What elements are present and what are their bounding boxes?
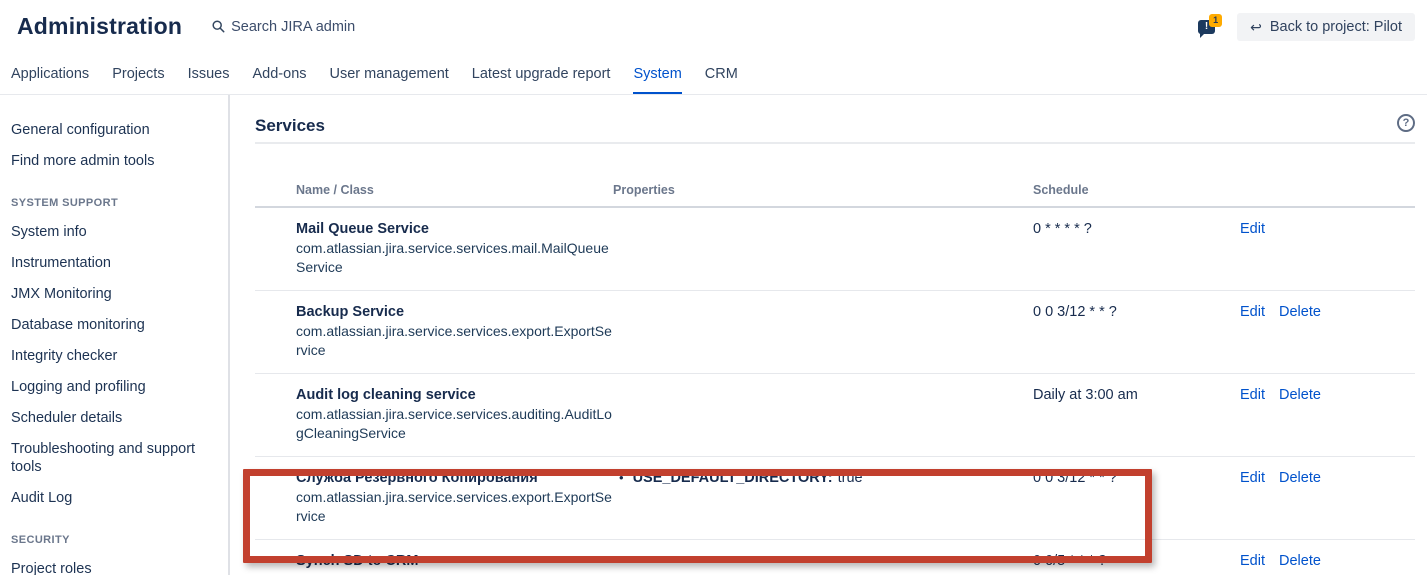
- column-header-actions: [1240, 144, 1415, 206]
- service-name: Audit log cleaning service: [296, 386, 613, 404]
- service-name: Служба Резервного Копирования: [296, 469, 613, 487]
- back-to-project-label: Back to project: Pilot: [1270, 19, 1402, 35]
- services-title: Services: [255, 116, 325, 136]
- service-class: com.atlassian.jira.service.services.mail…: [296, 239, 613, 277]
- service-properties-cell: [613, 291, 1033, 373]
- sidebar: General configuration Find more admin too…: [0, 95, 230, 575]
- service-actions-cell: Edit Delete: [1240, 457, 1415, 539]
- nav-tab-add-ons[interactable]: Add-ons: [253, 53, 307, 94]
- service-name: Synch SD to CRM: [296, 552, 613, 570]
- service-schedule: 0 0 3/12 * * ?: [1033, 457, 1240, 539]
- help-icon[interactable]: ?: [1397, 114, 1415, 132]
- edit-link[interactable]: Edit: [1240, 470, 1265, 486]
- sidebar-section-heading: SECURITY: [11, 534, 218, 546]
- property-key: USE_DEFAULT_DIRECTORY:: [633, 469, 833, 487]
- service-name-cell: Audit log cleaning service com.atlassian…: [255, 374, 613, 456]
- edit-link[interactable]: Edit: [1240, 387, 1265, 403]
- header-right: ! 1 ↩ Back to project: Pilot: [1198, 13, 1415, 41]
- top-header: Administration ! 1 ↩ Back to project: Pi…: [0, 0, 1427, 53]
- edit-link[interactable]: Edit: [1240, 221, 1265, 237]
- sidebar-item-instrumentation[interactable]: Instrumentation: [11, 254, 218, 272]
- nav-tab-latest-upgrade-report[interactable]: Latest upgrade report: [472, 53, 611, 94]
- bullet-icon: •: [619, 469, 624, 487]
- column-header-schedule: Schedule: [1033, 144, 1240, 206]
- service-actions-cell: Edit: [1240, 208, 1415, 290]
- column-header-properties: Properties: [613, 144, 1033, 206]
- search-icon: [212, 20, 225, 33]
- delete-link[interactable]: Delete: [1279, 553, 1321, 569]
- main-layout: General configuration Find more admin too…: [0, 95, 1427, 575]
- sidebar-item-integrity-checker[interactable]: Integrity checker: [11, 347, 218, 365]
- nav-tab-system[interactable]: System: [633, 53, 681, 94]
- notification-count-badge: 1: [1209, 14, 1222, 27]
- delete-link[interactable]: Delete: [1279, 387, 1321, 403]
- edit-link[interactable]: Edit: [1240, 304, 1265, 320]
- sidebar-item-general-configuration[interactable]: General configuration: [11, 121, 218, 139]
- sidebar-item-find-more-admin-tools[interactable]: Find more admin tools: [11, 152, 218, 170]
- search-input[interactable]: [231, 19, 431, 35]
- nav-tab-projects[interactable]: Projects: [112, 53, 164, 94]
- service-row: Audit log cleaning service com.atlassian…: [255, 374, 1415, 457]
- property-value: true: [838, 469, 863, 487]
- service-schedule: Daily at 3:00 am: [1033, 374, 1240, 456]
- service-class: com.atlassian.jira.service.services.expo…: [296, 322, 613, 360]
- service-actions-cell: Edit Delete: [1240, 291, 1415, 373]
- service-row: Synch SD to CRM ru.teamlead.jira.plugins…: [255, 540, 1415, 575]
- content-area: Services ? Name / Class Properties Sched…: [230, 95, 1427, 575]
- nav-tab-issues[interactable]: Issues: [188, 53, 230, 94]
- edit-link[interactable]: Edit: [1240, 553, 1265, 569]
- sidebar-section-heading: SYSTEM SUPPORT: [11, 197, 218, 209]
- back-to-project-button[interactable]: ↩ Back to project: Pilot: [1237, 13, 1415, 41]
- column-header-name-class: Name / Class: [255, 144, 613, 206]
- sidebar-item-troubleshooting-and-support-tools[interactable]: Troubleshooting and support tools: [11, 440, 218, 476]
- sidebar-item-system-info[interactable]: System info: [11, 223, 218, 241]
- service-properties-cell: [613, 208, 1033, 290]
- sidebar-item-logging-and-profiling[interactable]: Logging and profiling: [11, 378, 218, 396]
- sidebar-item-database-monitoring[interactable]: Database monitoring: [11, 316, 218, 334]
- services-table-body: Mail Queue Service com.atlassian.jira.se…: [255, 208, 1415, 575]
- nav-tab-user-management[interactable]: User management: [330, 53, 449, 94]
- notification-bubble-tail: [1200, 33, 1205, 38]
- service-row: Служба Резервного Копирования com.atlass…: [255, 457, 1415, 540]
- service-schedule: 0 0/5 * * * ?: [1033, 540, 1240, 575]
- delete-link[interactable]: Delete: [1279, 304, 1321, 320]
- sidebar-item-project-roles[interactable]: Project roles: [11, 560, 218, 575]
- service-schedule: 0 0 3/12 * * ?: [1033, 291, 1240, 373]
- service-name-cell: Backup Service com.atlassian.jira.servic…: [255, 291, 613, 373]
- admin-nav-tabs: Applications Projects Issues Add-ons User ma…: [0, 53, 1427, 95]
- property-item: • USE_DEFAULT_DIRECTORY: true: [613, 469, 1033, 487]
- sidebar-item-scheduler-details[interactable]: Scheduler details: [11, 409, 218, 427]
- nav-tab-applications[interactable]: Applications: [11, 53, 89, 94]
- service-properties-cell: • USE_DEFAULT_DIRECTORY: true: [613, 457, 1033, 539]
- nav-tab-crm[interactable]: CRM: [705, 53, 738, 94]
- service-row: Mail Queue Service com.atlassian.jira.se…: [255, 208, 1415, 291]
- service-name: Mail Queue Service: [296, 220, 613, 238]
- sidebar-item-jmx-monitoring[interactable]: JMX Monitoring: [11, 285, 218, 303]
- service-name-cell: Mail Queue Service com.atlassian.jira.se…: [255, 208, 613, 290]
- service-class: com.atlassian.jira.service.services.expo…: [296, 488, 613, 526]
- admin-search: [212, 19, 431, 35]
- service-name-cell: Synch SD to CRM ru.teamlead.jira.plugins…: [255, 540, 613, 575]
- sidebar-item-audit-log[interactable]: Audit Log: [11, 489, 218, 507]
- service-properties-cell: [613, 540, 1033, 575]
- service-schedule: 0 * * * * ?: [1033, 208, 1240, 290]
- service-actions-cell: Edit Delete: [1240, 374, 1415, 456]
- notification-icon[interactable]: ! 1: [1198, 17, 1220, 37]
- page-title: Administration: [17, 13, 182, 40]
- service-row: Backup Service com.atlassian.jira.servic…: [255, 291, 1415, 374]
- service-properties-cell: [613, 374, 1033, 456]
- services-table-header: Name / Class Properties Schedule: [255, 144, 1415, 208]
- service-name-cell: Служба Резервного Копирования com.atlass…: [255, 457, 613, 539]
- delete-link[interactable]: Delete: [1279, 470, 1321, 486]
- service-class: ru.teamlead.jira.plugins.listener.crm.CR…: [296, 571, 613, 575]
- service-class: com.atlassian.jira.service.services.audi…: [296, 405, 613, 443]
- content-header: Services ?: [255, 116, 1415, 144]
- service-actions-cell: Edit Delete: [1240, 540, 1415, 575]
- jira-admin-page: Administration ! 1 ↩ Back to project: Pi…: [0, 0, 1427, 575]
- back-arrow-icon: ↩: [1250, 20, 1262, 34]
- service-name: Backup Service: [296, 303, 613, 321]
